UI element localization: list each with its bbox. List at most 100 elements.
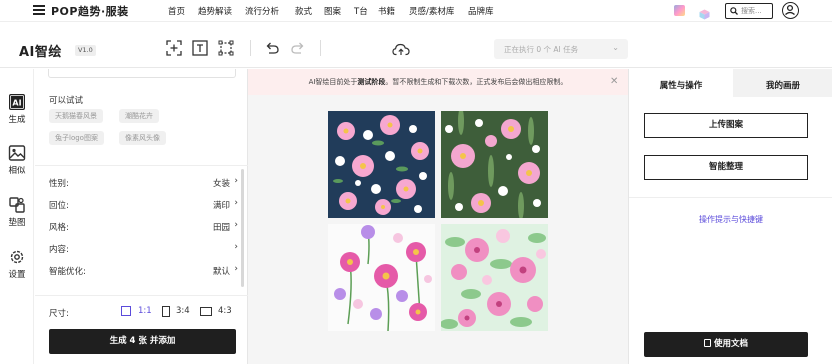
rail-generate-label: 生成 <box>8 115 26 125</box>
rail-settings-label: 设置 <box>8 270 26 280</box>
suggestion-chip[interactable]: 兔子logo图案 <box>49 131 104 145</box>
shortcut-help-link[interactable]: 操作提示与快捷键 <box>629 214 832 225</box>
top-navigation: POP趋势·服装 首页 趋势解读 流行分析 款式 图案 T台 书籍 灵感/素材库… <box>0 0 832 22</box>
suggestion-chip[interactable]: 天鹅猫春风景 <box>49 109 103 123</box>
chevron-right-icon: › <box>234 198 238 208</box>
svg-text:AI: AI <box>12 99 21 108</box>
option-value: 满印 <box>212 201 230 211</box>
menu-icon[interactable] <box>33 5 45 15</box>
left-tool-rail: AI 生成 相似 垫图 设置 <box>0 69 34 364</box>
suggestion-chip[interactable]: 像素风头像 <box>119 131 166 145</box>
chevron-right-icon: › <box>234 242 238 252</box>
canvas-area: AI智绘目前处于测试阶段。暂不限制生成和下载次数，正式发布后会做出相应限制。 ✕ <box>248 69 628 364</box>
nav-trend-reading[interactable]: 趋势解读 <box>198 5 232 17</box>
ratio-4-3-rect-icon <box>200 307 212 316</box>
test-phase-notice: AI智绘目前处于测试阶段。暂不限制生成和下载次数，正式发布后会做出相应限制。 <box>248 69 628 95</box>
try-suggestions-title: 可以试试 <box>49 96 84 106</box>
user-avatar-icon[interactable] <box>782 2 799 19</box>
properties-panel: 属性与操作 我的画册 上传图案 智能整理 操作提示与快捷键 使用文档 <box>628 69 832 364</box>
ai-task-status-dropdown[interactable]: 正在执行 0 个 AI 任务 ⌄ <box>494 39 628 59</box>
toolbar-divider <box>320 40 321 56</box>
size-label: 尺寸: <box>49 309 69 319</box>
option-label: 内容: <box>49 245 69 255</box>
option-value: 女装 <box>212 179 230 189</box>
generated-image-1[interactable] <box>328 111 435 218</box>
gallery-icon[interactable] <box>674 5 685 16</box>
cloud-upload-icon[interactable] <box>392 41 410 57</box>
notice-text-prefix: AI智绘目前处于 <box>308 78 358 86</box>
option-value: 田园 <box>212 223 230 233</box>
rail-generate[interactable]: AI 生成 <box>0 93 34 125</box>
nav-inspiration[interactable]: 灵感/素材库 <box>409 5 454 17</box>
text-tool-icon[interactable] <box>192 40 208 56</box>
nav-brands[interactable]: 品牌库 <box>468 5 494 17</box>
ratio-label: 1:1 <box>138 306 152 316</box>
chevron-right-icon: › <box>234 264 238 274</box>
docs-button[interactable]: 使用文档 <box>644 332 808 357</box>
close-icon[interactable]: ✕ <box>610 76 618 87</box>
section-divider <box>35 165 248 166</box>
option-label: 风格: <box>49 223 69 233</box>
nav-trend-analysis[interactable]: 流行分析 <box>245 5 279 17</box>
option-value: 默认 <box>212 267 230 277</box>
option-label: 性别: <box>49 179 69 189</box>
section-divider <box>35 295 248 296</box>
rail-base-image[interactable]: 垫图 <box>0 196 34 228</box>
nav-books[interactable]: 书籍 <box>378 5 395 17</box>
tab-my-album-label: 我的画册 <box>765 81 800 91</box>
gear-icon <box>10 250 24 264</box>
ratio-1-1-square-icon <box>121 306 131 316</box>
prompt-textarea-edge[interactable] <box>48 69 236 78</box>
ratio-label: 4:3 <box>218 306 232 316</box>
tab-properties-label: 属性与操作 <box>659 81 703 91</box>
rail-similar-label: 相似 <box>8 166 26 176</box>
cube-icon[interactable] <box>699 5 710 20</box>
tab-properties[interactable]: 属性与操作 <box>629 69 733 97</box>
rail-base-image-label: 垫图 <box>8 218 26 228</box>
document-icon <box>703 339 711 347</box>
chevron-right-icon: › <box>234 176 238 186</box>
generate-options-panel: 可以试试 天鹅猫春风景 潮酷花卉 兔子logo图案 像素风头像 性别: 女装 ›… <box>35 69 248 364</box>
option-label: 回位: <box>49 201 69 211</box>
search-icon <box>730 7 738 15</box>
editor-toolbar: AI智绘 V1.0 正在执行 0 个 AI 任务 ⌄ <box>0 22 832 68</box>
panel-scrollbar[interactable] <box>241 169 244 287</box>
rail-similar[interactable]: 相似 <box>0 144 34 176</box>
redo-icon[interactable] <box>290 40 306 56</box>
image-icon <box>8 145 26 161</box>
layers-icon <box>9 197 25 213</box>
suggestion-chip[interactable]: 潮酷花卉 <box>119 109 159 123</box>
chevron-down-icon: ⌄ <box>612 43 619 52</box>
brand-logo[interactable]: POP趋势·服装 <box>51 3 129 19</box>
search-box[interactable]: 搜索... <box>725 3 773 19</box>
generated-image-4[interactable] <box>441 224 548 331</box>
chevron-right-icon: › <box>234 220 238 230</box>
add-frame-icon[interactable] <box>166 40 182 56</box>
app-title: AI智绘 <box>19 45 62 60</box>
version-badge: V1.0 <box>75 45 96 56</box>
ratio-3-4-rect-icon <box>162 306 170 317</box>
nav-home[interactable]: 首页 <box>168 5 185 17</box>
undo-icon[interactable] <box>264 40 280 56</box>
option-label: 智能优化: <box>49 267 86 277</box>
notice-text-bold: 测试阶段 <box>357 78 386 86</box>
docs-button-label: 使用文档 <box>713 339 748 349</box>
notice-text-suffix: 。暂不限制生成和下载次数，正式发布后会做出相应限制。 <box>385 78 568 86</box>
rail-settings[interactable]: 设置 <box>0 248 34 280</box>
generated-image-3[interactable] <box>328 224 435 331</box>
nav-runway[interactable]: T台 <box>354 5 368 17</box>
ratio-label: 3:4 <box>176 306 190 316</box>
task-status-text: 正在执行 0 个 AI 任务 <box>504 45 579 54</box>
generated-image-2[interactable] <box>441 111 548 218</box>
crop-tool-icon[interactable] <box>218 40 234 56</box>
section-divider <box>629 197 832 198</box>
nav-styles[interactable]: 款式 <box>295 5 312 17</box>
upload-pattern-button[interactable]: 上传图案 <box>644 113 808 138</box>
generate-button[interactable]: 生成 4 张 并添加 <box>49 329 236 354</box>
toolbar-divider <box>250 40 251 56</box>
smart-organize-button[interactable]: 智能整理 <box>644 155 808 180</box>
nav-patterns[interactable]: 图案 <box>324 5 341 17</box>
tab-my-album[interactable]: 我的画册 <box>733 69 832 97</box>
search-input[interactable]: 搜索... <box>741 6 762 16</box>
ai-icon: AI <box>9 94 25 110</box>
